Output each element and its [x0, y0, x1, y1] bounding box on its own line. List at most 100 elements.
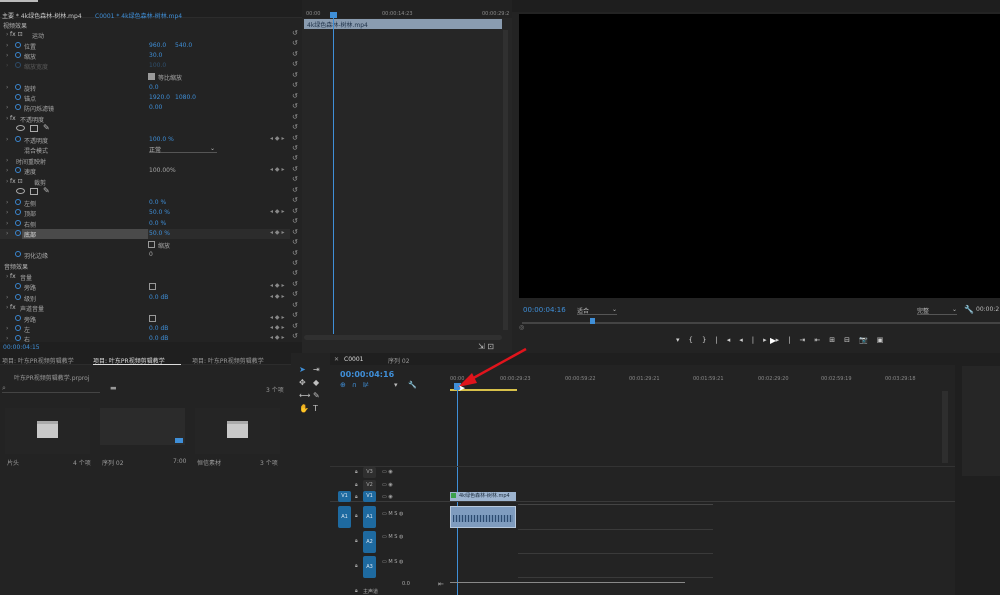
- bypass2-checkbox[interactable]: [149, 315, 156, 322]
- video-clip[interactable]: 4k绿色森林-树林.mp4: [450, 492, 516, 501]
- bin-thumb-1[interactable]: [5, 408, 90, 454]
- lock-icon[interactable]: 🔒︎: [355, 538, 358, 544]
- stopwatch-icon[interactable]: [15, 335, 21, 341]
- bin-folder-icon[interactable]: ▬: [110, 384, 117, 392]
- timeline-v-scrollbar[interactable]: [942, 391, 948, 463]
- stopwatch-icon[interactable]: [15, 325, 21, 331]
- source-v1[interactable]: V1: [338, 491, 351, 502]
- stopwatch-icon[interactable]: [15, 136, 21, 142]
- bypass-row[interactable]: 旁路 ◂ ◆ ▸: [0, 282, 290, 292]
- ec-playhead-handle[interactable]: [330, 12, 337, 18]
- timeline-toggle-icons[interactable]: ⊕∩⊯: [340, 381, 375, 389]
- stopwatch-icon[interactable]: [15, 220, 21, 226]
- bypass2-row[interactable]: 旁路 ◂ ◆ ▸: [0, 314, 290, 324]
- zoom-checkbox[interactable]: [148, 241, 155, 248]
- source-a1[interactable]: A1: [338, 506, 351, 528]
- stopwatch-icon[interactable]: [15, 84, 21, 90]
- timeline-wrench-icon[interactable]: 🔧: [408, 381, 417, 389]
- program-timecode[interactable]: 00:00:04:16: [523, 306, 566, 314]
- ripple-edit-icon[interactable]: ✥: [299, 378, 306, 387]
- play-button[interactable]: ▶: [770, 336, 776, 345]
- track-controls[interactable]: ▭ M S ◍: [382, 534, 403, 540]
- blend-mode-select[interactable]: 正常 ⌄: [149, 145, 217, 154]
- stopwatch-icon[interactable]: [15, 230, 21, 236]
- track-a2[interactable]: A2: [363, 531, 376, 553]
- bypass-checkbox[interactable]: [149, 283, 156, 290]
- stopwatch-icon[interactable]: [15, 209, 21, 215]
- tab-source-main[interactable]: 主要 * 4k绿色森林-树林.mp4: [2, 11, 82, 20]
- ruler-zoom-handle[interactable]: ◎: [519, 324, 524, 331]
- lock-icon[interactable]: 🔒︎: [355, 563, 358, 569]
- stopwatch-icon[interactable]: [15, 94, 21, 100]
- feather-row[interactable]: 羽化边缘 0: [0, 250, 290, 260]
- ellipse-mask-icon[interactable]: [16, 188, 25, 194]
- sync-icon[interactable]: ▭ ◉: [382, 494, 393, 500]
- rect-mask-icon[interactable]: [30, 188, 38, 195]
- transport-controls[interactable]: ▾{}|◂◂|▸▸|⇥⇤⊞⊟📷▣: [676, 336, 892, 344]
- opacity-row[interactable]: › 不透明度 100.0 % ◂ ◆ ▸: [0, 135, 290, 145]
- level-row[interactable]: › 级别 0.0 dB ◂ ◆ ▸: [0, 293, 290, 303]
- project-search-input[interactable]: ⌕: [2, 384, 100, 393]
- stopwatch-icon[interactable]: [15, 167, 21, 173]
- speed-row[interactable]: › 速度 100.00% ◂ ◆ ▸: [0, 166, 290, 176]
- position-x[interactable]: 960.0: [149, 42, 166, 49]
- scale-row[interactable]: › 缩放 30.0: [0, 51, 290, 61]
- bin-name-2[interactable]: 序列 02: [102, 458, 124, 467]
- position-row[interactable]: › 位置 960.0 540.0: [0, 41, 290, 51]
- project-tab-1[interactable]: 项目: 叶东PR视频剪辑教学: [2, 356, 74, 365]
- antiflicker-row[interactable]: › 防闪烁滤镜 0.00: [0, 103, 290, 113]
- crop-bottom-row[interactable]: › 底部 50.0 % ◂ ◆ ▸: [0, 229, 290, 240]
- ec-scrollbar[interactable]: [503, 30, 508, 330]
- audio-clip[interactable]: [450, 506, 516, 528]
- blend-mode-row[interactable]: 混合模式 正常 ⌄: [0, 145, 290, 155]
- track-controls[interactable]: ▭ M S ◍: [382, 559, 403, 565]
- quality-select[interactable]: 完整 ⌄: [917, 306, 957, 315]
- stopwatch-icon[interactable]: [15, 199, 21, 205]
- track-select-icon[interactable]: ⇥: [313, 365, 320, 374]
- sync-icon[interactable]: ▭ ◉: [382, 482, 393, 488]
- timeline-tab-c0001[interactable]: C0001: [344, 356, 363, 363]
- bin-thumb-2[interactable]: [100, 408, 185, 445]
- timeline-tab-seq02[interactable]: 序列 02: [388, 356, 410, 365]
- master-volume[interactable]: 0.0: [402, 581, 410, 587]
- track-v2[interactable]: V2: [363, 480, 376, 491]
- left-channel-row[interactable]: › 左 0.0 dB ◂ ◆ ▸: [0, 324, 290, 334]
- go-to-end-icon[interactable]: ⇤: [438, 580, 444, 588]
- stopwatch-icon[interactable]: [15, 104, 21, 110]
- lock-icon[interactable]: 🔒︎: [355, 494, 358, 500]
- stopwatch-icon[interactable]: [15, 283, 21, 289]
- position-y[interactable]: 540.0: [175, 42, 192, 49]
- uniform-scale-checkbox[interactable]: [148, 73, 155, 80]
- stopwatch-icon[interactable]: [15, 315, 21, 321]
- project-tab-3[interactable]: 项目: 叶东PR视频剪辑教学: [192, 356, 264, 365]
- ec-playhead[interactable]: [333, 14, 334, 334]
- stopwatch-icon[interactable]: [15, 52, 21, 58]
- wrench-icon[interactable]: 🔧: [964, 305, 974, 314]
- rect-mask-icon[interactable]: [30, 125, 38, 132]
- scale-value[interactable]: 30.0: [149, 52, 162, 59]
- fit-select[interactable]: 适合 ⌄: [577, 306, 617, 315]
- timeline-timecode[interactable]: 00:00:04:16: [340, 370, 394, 379]
- razor-icon[interactable]: ◆: [313, 378, 319, 387]
- track-v1[interactable]: V1: [363, 491, 376, 502]
- pen-tool-icon[interactable]: ✎: [313, 391, 320, 400]
- track-v3[interactable]: V3: [363, 467, 376, 478]
- effect-timecode[interactable]: 00:00:04:15: [3, 344, 40, 351]
- stopwatch-icon[interactable]: [15, 42, 21, 48]
- bin-name-1[interactable]: 片头: [7, 458, 19, 467]
- type-tool-icon[interactable]: T: [313, 404, 318, 413]
- lock-icon[interactable]: 🔒︎: [355, 482, 358, 488]
- reset-icons-column[interactable]: ↺ ↺ ↺ ↺ ↺ ↺ ↺ ↺ ↺ ↺ ↺ ↺ ↺ ↺ ↺ ↺ ↺ ↺ ↺ ↺ ↺ ↺ ↺ ↺ ↺ ↺ ↺ ↺ ↺ ↺: [292, 28, 302, 348]
- anchor-row[interactable]: 锚点 1920.0 1080.0: [0, 93, 290, 103]
- crop-right-row[interactable]: › 右侧 0.0 %: [0, 219, 290, 229]
- stopwatch-icon[interactable]: [15, 251, 21, 257]
- track-a1[interactable]: A1: [363, 506, 376, 528]
- tab-source-clip[interactable]: C0001 * 4k绿色森林-树林.mp4: [95, 11, 182, 20]
- program-video-frame[interactable]: [519, 14, 1000, 298]
- pen-mask-icon[interactable]: ✎: [43, 186, 50, 195]
- slip-tool-icon[interactable]: ⟷: [299, 391, 310, 400]
- stopwatch-icon[interactable]: [15, 294, 21, 300]
- rotation-row[interactable]: › 旋转 0.0: [0, 83, 290, 93]
- bin-thumb-3[interactable]: [195, 408, 280, 454]
- lock-icon[interactable]: 🔒︎: [355, 513, 358, 519]
